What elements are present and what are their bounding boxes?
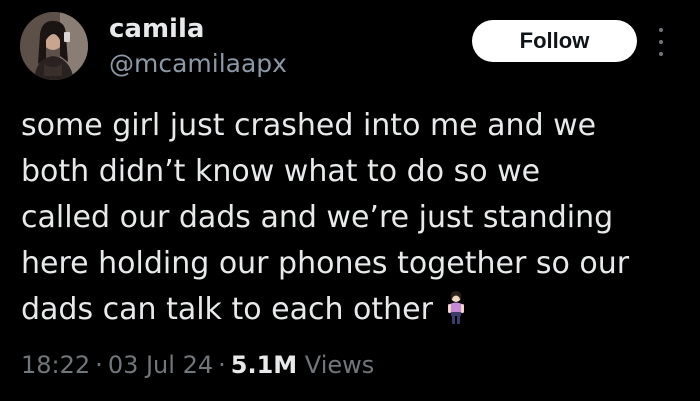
standing-woman-emoji-icon [447,291,464,324]
more-dot [659,28,663,32]
tweet-meta: 18:22 · 03 Jul 24 · 5.1M Views [21,350,374,380]
more-dot [659,52,663,56]
tweet-card: camila @mcamilaapx Follow some girl just… [0,0,700,401]
tweet-text: some girl just crashed into me and we bo… [21,103,691,333]
avatar[interactable] [20,12,88,80]
follow-button[interactable]: Follow [472,20,637,62]
meta-separator: · [218,351,226,379]
display-name[interactable]: camila [109,14,204,44]
tweet-time[interactable]: 18:22 [21,351,90,379]
handle[interactable]: @mcamilaapx [109,49,287,79]
views-label[interactable]: Views [305,351,374,379]
more-dot [659,40,663,44]
tweet-body: some girl just crashed into me and we bo… [21,108,630,327]
tweet-date[interactable]: 03 Jul 24 [108,351,213,379]
meta-separator: · [95,351,103,379]
views-count[interactable]: 5.1M [231,351,297,379]
profile-photo-icon [20,12,88,80]
more-vertical-icon[interactable] [653,28,669,56]
